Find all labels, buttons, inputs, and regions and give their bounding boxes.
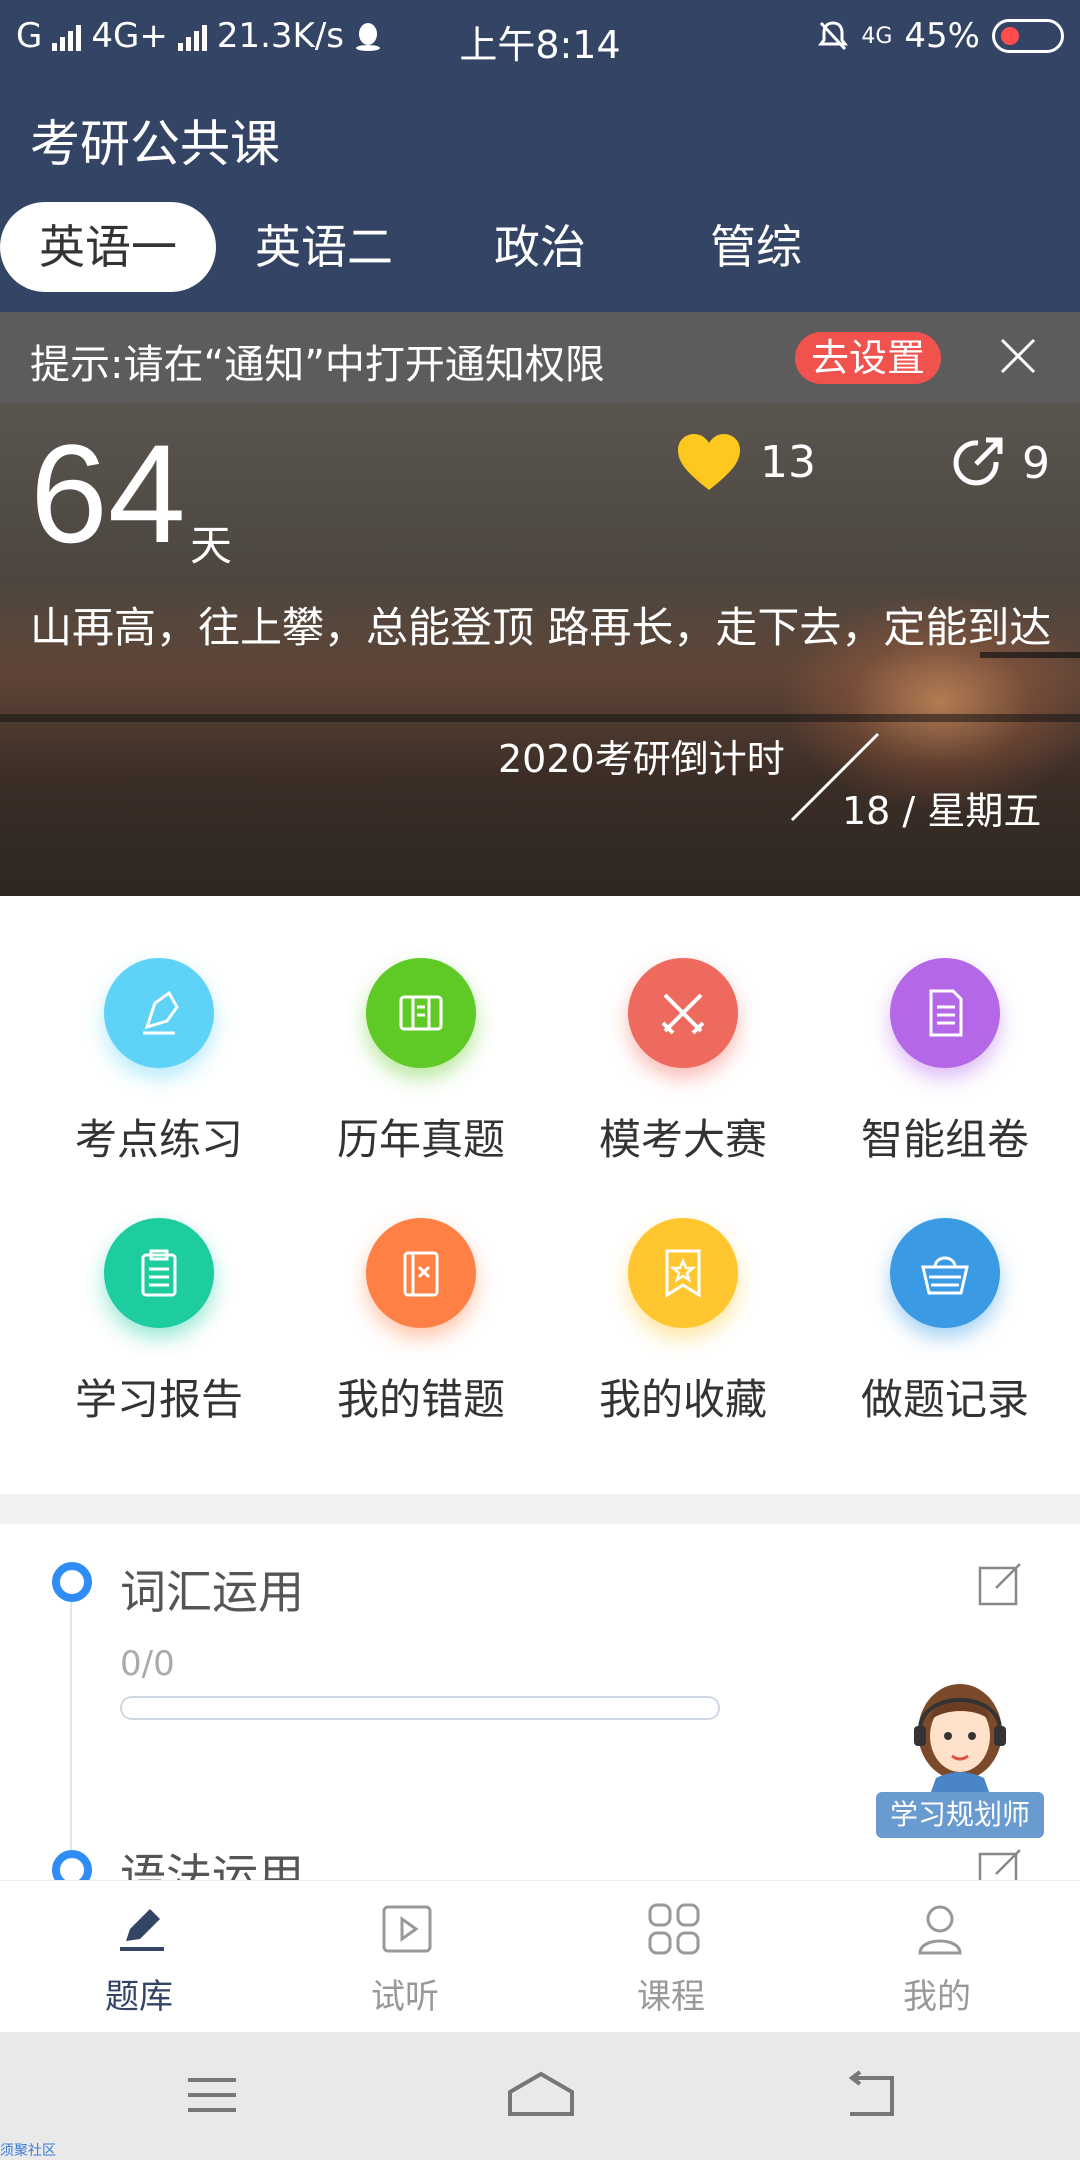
edit-icon[interactable] — [976, 1560, 1024, 1608]
app-header: 考研公共课 英语一 英语二 政治 管综 — [0, 72, 1080, 312]
feature-answer-history[interactable]: 做题记录 — [810, 1156, 1080, 1424]
assistant-avatar-icon — [914, 1684, 1006, 1800]
nav-profile[interactable]: 我的 — [802, 1881, 1072, 2033]
study-planner-assistant[interactable]: 学习规划师 — [876, 1670, 1044, 1840]
tab-english-2[interactable]: 英语二 — [216, 202, 432, 292]
watermark: 须聚社区 — [0, 2143, 56, 2159]
heart-icon — [678, 434, 740, 490]
clipboard-icon — [104, 1218, 214, 1328]
feature-label: 我的错题 — [336, 1375, 505, 1424]
tab-english-1[interactable]: 英语一 — [0, 202, 216, 292]
feature-label: 我的收藏 — [598, 1375, 767, 1424]
nav-label: 试听 — [371, 1977, 439, 2017]
feature-grid: 考点练习 历年真题 模考大赛 智能组卷 学习报告 我的错题 我的收藏 做题记录 — [0, 896, 1080, 1494]
edit-icon[interactable] — [976, 1846, 1024, 1880]
subject-tabs: 英语一 英语二 政治 管综 — [0, 202, 1080, 292]
bottom-navigation: 题库 试听 课程 我的 — [0, 1880, 1080, 2032]
nav-question-bank[interactable]: 题库 — [4, 1881, 274, 2033]
countdown-label: 2020考研倒计时 — [498, 737, 785, 781]
bell-off-icon — [818, 21, 849, 51]
likes-count: 13 — [760, 436, 816, 488]
nav-courses[interactable]: 课程 — [536, 1881, 806, 2033]
book-icon — [366, 958, 476, 1068]
section-title-vocabulary[interactable]: 词汇运用 — [120, 1556, 304, 1622]
feature-my-favorites[interactable]: 我的收藏 — [548, 1156, 818, 1424]
timeline-line — [70, 1584, 72, 1880]
progress-bar — [120, 1696, 720, 1720]
document-icon — [890, 958, 1000, 1068]
notification-notice: 提示:请在“通知”中打开通知权限 去设置 — [0, 312, 1080, 402]
back-icon[interactable] — [840, 2070, 900, 2120]
timeline-node — [52, 1562, 92, 1602]
notice-text: 提示:请在“通知”中打开通知权限 — [30, 342, 605, 388]
grid-icon — [648, 1903, 700, 1955]
status-right: 4G 45% — [817, 16, 1064, 56]
feature-past-exams[interactable]: 历年真题 — [286, 896, 556, 1164]
section-separator — [0, 1494, 1080, 1524]
likes[interactable]: 13 — [676, 432, 816, 492]
nav-trial-listen[interactable]: 试听 — [270, 1881, 540, 2033]
pier-silhouette — [980, 652, 1080, 732]
tab-management[interactable]: 管综 — [648, 202, 864, 292]
shares[interactable]: 9 — [946, 432, 1050, 494]
feature-label: 学习报告 — [74, 1375, 243, 1424]
horizon-line — [0, 714, 1080, 722]
go-settings-button[interactable]: 去设置 — [795, 332, 942, 384]
nav-label: 我的 — [903, 1977, 971, 2017]
days-unit: 天 — [190, 521, 233, 570]
page-title: 考研公共课 — [30, 115, 280, 173]
pencil-icon — [120, 1909, 164, 1951]
basket-icon — [890, 1218, 1000, 1328]
swords-icon — [628, 958, 738, 1068]
shares-count: 9 — [1022, 437, 1050, 489]
section-title-grammar[interactable]: 语法运用 — [120, 1840, 304, 1880]
feature-my-mistakes[interactable]: 我的错题 — [286, 1156, 556, 1424]
share-icon — [953, 437, 1003, 486]
feature-label: 做题记录 — [860, 1375, 1029, 1424]
motto-text: 山再高，往上攀，总能登顶 路再长，走下去，定能到达 — [30, 603, 1052, 652]
error-book-icon — [366, 1218, 476, 1328]
pen-icon — [104, 958, 214, 1068]
feature-mock-contest[interactable]: 模考大赛 — [548, 896, 818, 1164]
close-icon[interactable] — [996, 334, 1040, 378]
date-label: 18 / 星期五 — [842, 789, 1042, 833]
days-remaining: 64 — [30, 415, 186, 572]
star-bookmark-icon — [628, 1218, 738, 1328]
battery-icon — [992, 19, 1064, 53]
nav-label: 题库 — [105, 1977, 173, 2017]
tab-politics[interactable]: 政治 — [432, 202, 648, 292]
volte-label: 4G — [861, 23, 893, 49]
user-icon — [918, 1905, 962, 1955]
menu-icon[interactable] — [182, 2070, 242, 2120]
feature-smart-paper[interactable]: 智能组卷 — [810, 896, 1080, 1164]
system-navigation: 须聚社区 — [0, 2032, 1080, 2160]
feature-study-report[interactable]: 学习报告 — [24, 1156, 294, 1424]
feature-point-practice[interactable]: 考点练习 — [24, 896, 294, 1164]
nav-label: 课程 — [637, 1977, 705, 2017]
countdown-banner[interactable]: 64 天 13 9 山再高，往上攀，总能登顶 路再长，走下去，定能到达 2020… — [0, 402, 1080, 896]
progress-text: 0/0 — [120, 1644, 175, 1684]
status-bar: G 4G+ 21.3K/s 上午8:14 4G 45% — [0, 0, 1080, 72]
battery-percent: 45% — [904, 16, 980, 56]
assistant-label: 学习规划师 — [876, 1792, 1044, 1838]
timeline-node — [52, 1850, 92, 1880]
home-icon[interactable] — [506, 2070, 576, 2120]
play-icon — [382, 1905, 432, 1953]
